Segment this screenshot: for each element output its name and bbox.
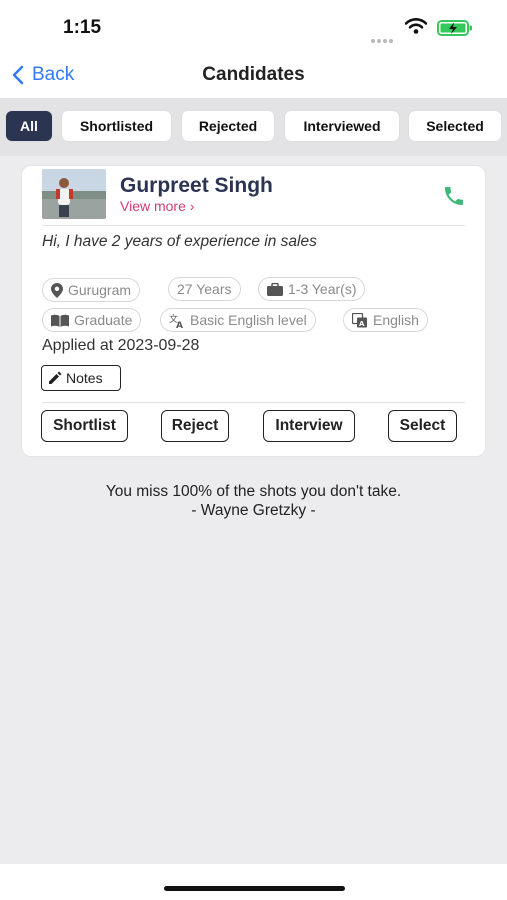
candidate-name: Gurpreet Singh xyxy=(120,174,273,197)
language-icon: A xyxy=(352,312,367,328)
quote-author: - Wayne Gretzky - xyxy=(191,502,316,519)
language-tag: A English xyxy=(343,308,428,332)
english-level-text: Basic English level xyxy=(190,312,307,328)
tab-rejected[interactable]: Rejected xyxy=(182,111,274,141)
select-button[interactable]: Select xyxy=(388,410,457,442)
view-more-link[interactable]: View more › xyxy=(120,198,194,214)
tab-shortlisted[interactable]: Shortlisted xyxy=(62,111,171,141)
english-level-tag: 文 A Basic English level xyxy=(160,308,316,332)
battery-icon xyxy=(437,19,473,42)
location-pin-icon xyxy=(51,282,63,298)
experience-text: 1-3 Year(s) xyxy=(288,281,357,297)
reject-button[interactable]: Reject xyxy=(161,410,229,442)
avatar xyxy=(42,169,106,219)
interview-button[interactable]: Interview xyxy=(263,410,355,442)
education-tag: Graduate xyxy=(42,308,142,332)
education-text: Graduate xyxy=(74,312,133,328)
pencil-icon xyxy=(49,371,62,384)
candidate-bio: Hi, I have 2 years of experience in sale… xyxy=(42,233,317,250)
home-indicator[interactable] xyxy=(164,886,345,891)
wifi-icon xyxy=(404,18,428,39)
briefcase-icon xyxy=(267,282,283,296)
notes-label: Notes xyxy=(66,370,103,386)
age-text: 27 Years xyxy=(177,281,232,297)
translate-icon: 文 A xyxy=(169,313,183,328)
signal-icon xyxy=(371,30,397,43)
location-text: Gurugram xyxy=(68,282,132,298)
tab-all[interactable]: All xyxy=(6,111,52,141)
age-tag: 27 Years xyxy=(168,277,241,301)
bottom-bar xyxy=(0,864,507,900)
quote-text: You miss 100% of the shots you don't tak… xyxy=(105,483,402,500)
language-text: English xyxy=(373,312,419,328)
experience-tag: 1-3 Year(s) xyxy=(258,277,366,301)
candidate-card: Gurpreet Singh View more › Hi, I have 2 … xyxy=(21,165,486,457)
divider xyxy=(42,402,465,403)
page-title: Candidates xyxy=(202,64,305,85)
svg-text:A: A xyxy=(176,321,183,328)
filter-tabs: All Shortlisted Rejected Interviewed Sel… xyxy=(0,98,507,156)
phone-icon[interactable] xyxy=(442,184,466,213)
shortlist-button[interactable]: Shortlist xyxy=(41,410,128,442)
status-bar: 1:15 xyxy=(0,0,507,56)
svg-text:A: A xyxy=(359,320,365,328)
tab-interviewed[interactable]: Interviewed xyxy=(285,111,399,141)
applied-date: Applied at 2023-09-28 xyxy=(42,337,200,354)
navigation-bar: Back Candidates xyxy=(0,56,507,98)
quote: You miss 100% of the shots you don't tak… xyxy=(0,482,507,520)
book-icon xyxy=(51,314,69,327)
divider xyxy=(42,225,465,226)
status-time: 1:15 xyxy=(63,17,102,38)
notes-button[interactable]: Notes xyxy=(41,365,121,391)
location-tag: Gurugram xyxy=(42,278,141,302)
tab-selected[interactable]: Selected xyxy=(409,111,501,141)
